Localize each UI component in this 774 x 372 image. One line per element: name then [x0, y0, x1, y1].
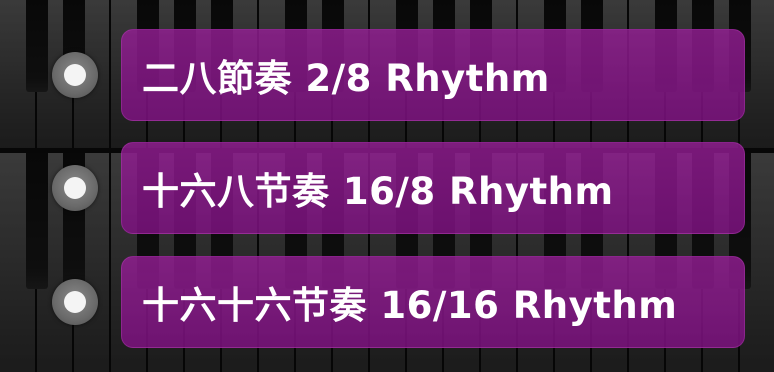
option-label: 十六十六节奏 16/16 Rhythm — [142, 284, 678, 327]
option-label: 二八節奏 2/8 Rhythm — [142, 57, 550, 100]
option-label: 十六八节奏 16/8 Rhythm — [142, 170, 614, 213]
rhythm-option-16-8[interactable]: 十六八节奏 16/8 Rhythm — [0, 142, 774, 234]
radio-dot-icon — [64, 291, 86, 313]
radio-button[interactable] — [52, 165, 98, 211]
radio-button[interactable] — [52, 279, 98, 325]
radio-dot-icon — [64, 64, 86, 86]
rhythm-option-2-8[interactable]: 二八節奏 2/8 Rhythm — [0, 29, 774, 121]
option-label-box[interactable]: 十六十六节奏 16/16 Rhythm — [121, 256, 745, 348]
rhythm-selection-screen: 二八節奏 2/8 Rhythm 十六八节奏 16/8 Rhythm 十六十六节奏… — [0, 0, 774, 372]
option-label-box[interactable]: 十六八节奏 16/8 Rhythm — [121, 142, 745, 234]
radio-button[interactable] — [52, 52, 98, 98]
option-label-box[interactable]: 二八節奏 2/8 Rhythm — [121, 29, 745, 121]
radio-dot-icon — [64, 177, 86, 199]
rhythm-option-16-16[interactable]: 十六十六节奏 16/16 Rhythm — [0, 256, 774, 348]
